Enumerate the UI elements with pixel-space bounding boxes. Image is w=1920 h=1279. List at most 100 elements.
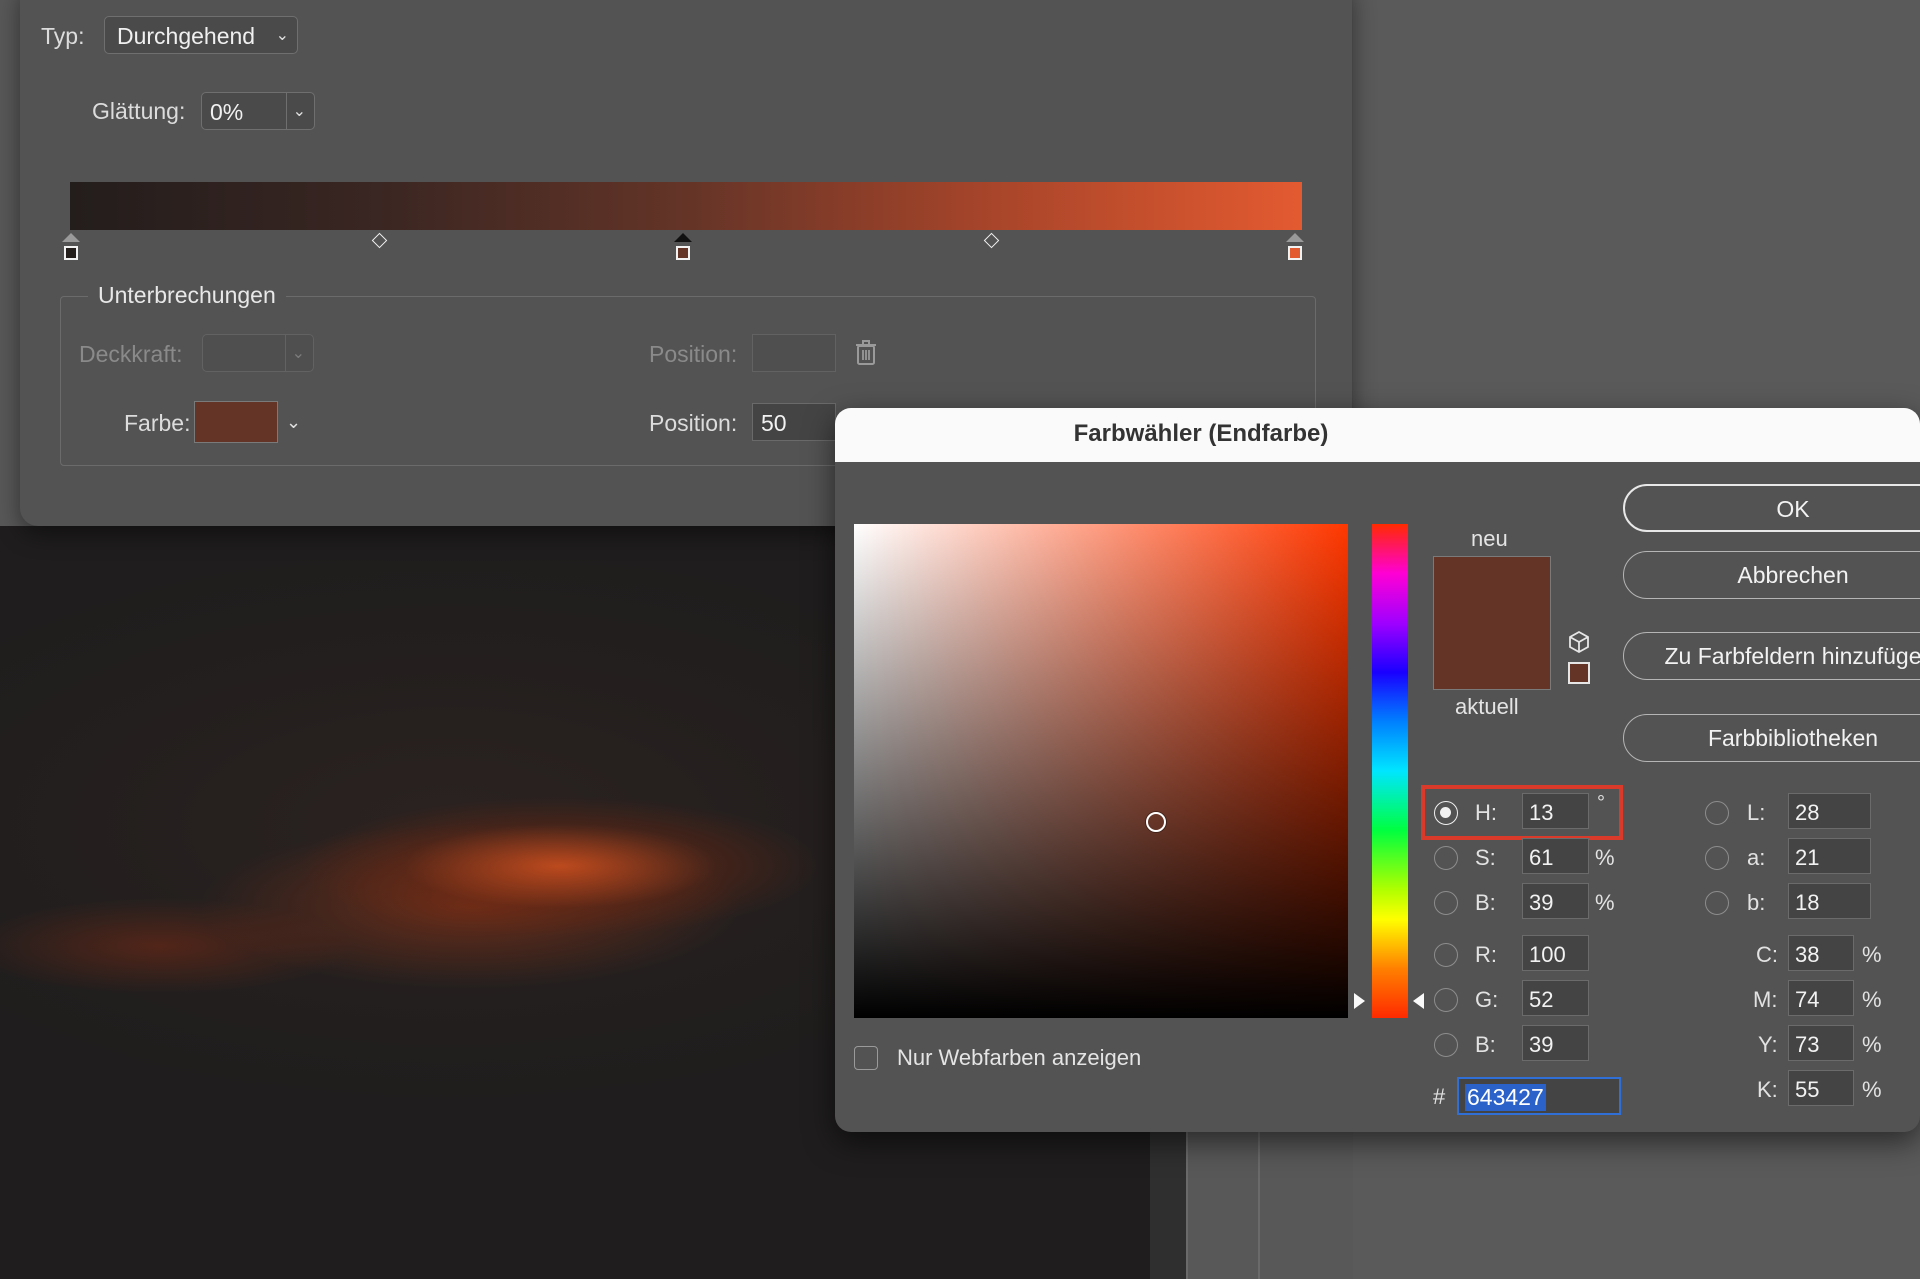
color-stop-cap <box>62 233 80 242</box>
color-stop-end[interactable] <box>1288 246 1302 260</box>
gradient-bar[interactable] <box>70 182 1302 230</box>
ok-button[interactable]: OK <box>1623 484 1920 532</box>
magenta-unit: % <box>1862 987 1882 1012</box>
new-current-preview <box>1433 556 1551 690</box>
red-label: R: <box>1475 942 1497 967</box>
color-stop-middle[interactable] <box>676 246 690 260</box>
cyan-label: C: <box>1756 942 1778 967</box>
color-picker-dialog: Farbwähler (Endfarbe) neu aktuell OK Abb… <box>835 408 1920 1132</box>
hue-input[interactable]: 13 <box>1522 793 1589 829</box>
hex-label: # <box>1433 1084 1446 1109</box>
panel-rail <box>1150 1132 1186 1279</box>
smoothing-value[interactable]: 0% <box>210 99 243 126</box>
lab-b-radio[interactable] <box>1705 891 1729 915</box>
chevron-down-icon: ⌄ <box>291 345 305 362</box>
chevron-down-icon[interactable]: ⌄ <box>293 101 306 121</box>
smoothing-dropdown[interactable]: 0% ⌄ <box>201 92 315 130</box>
lab-a-radio[interactable] <box>1705 846 1729 870</box>
cancel-button[interactable]: Abbrechen <box>1623 551 1920 599</box>
lab-a-input[interactable]: 21 <box>1788 838 1871 874</box>
gradient-type-value: Durchgehend <box>117 23 256 49</box>
chevron-down-icon: ⌄ <box>275 27 289 44</box>
opacity-position-input[interactable] <box>752 334 836 372</box>
cube-warning-icon[interactable] <box>1567 630 1591 654</box>
new-color-swatch <box>1434 557 1550 623</box>
saturation-value: 61 <box>1529 845 1554 870</box>
lab-l-radio[interactable] <box>1705 801 1729 825</box>
black-unit: % <box>1862 1077 1882 1102</box>
dialog-titlebar[interactable]: Farbwähler (Endfarbe) <box>835 408 1920 462</box>
lab-l-label: L: <box>1747 800 1766 825</box>
saturation-radio[interactable] <box>1434 846 1458 870</box>
current-color-label: aktuell <box>1455 694 1519 719</box>
opacity-label: Deckkraft: <box>79 341 183 367</box>
add-to-swatches-button[interactable]: Zu Farbfeldern hinzufüge <box>1623 632 1920 680</box>
lab-b-value: 18 <box>1795 890 1820 915</box>
chevron-down-icon[interactable]: ⌄ <box>286 412 301 433</box>
brightness-value: 39 <box>1529 890 1554 915</box>
red-value: 100 <box>1529 942 1566 967</box>
cyan-unit: % <box>1862 942 1882 967</box>
trash-icon[interactable] <box>855 340 877 366</box>
hex-value: 643427 <box>1465 1084 1546 1111</box>
black-value: 55 <box>1795 1077 1820 1102</box>
color-stop-cap <box>1286 233 1304 242</box>
black-input[interactable]: 55 <box>1788 1070 1854 1106</box>
brightness-unit: % <box>1595 890 1615 915</box>
hue-radio[interactable] <box>1434 801 1458 825</box>
magenta-input[interactable]: 74 <box>1788 980 1854 1016</box>
lab-b-input[interactable]: 18 <box>1788 883 1871 919</box>
saturation-input[interactable]: 61 <box>1522 838 1589 874</box>
new-color-label: neu <box>1471 526 1508 551</box>
saturation-unit: % <box>1595 845 1615 870</box>
hue-slider-arrow-left[interactable] <box>1354 993 1365 1009</box>
red-input[interactable]: 100 <box>1522 935 1589 971</box>
hex-input[interactable]: 643427 <box>1457 1077 1621 1115</box>
yellow-label: Y: <box>1758 1032 1778 1057</box>
lab-b-label: b: <box>1747 890 1766 915</box>
blue-label: B: <box>1475 1032 1496 1057</box>
green-radio[interactable] <box>1434 988 1458 1012</box>
lab-l-value: 28 <box>1795 800 1820 825</box>
magenta-label: M: <box>1753 987 1778 1012</box>
lab-a-value: 21 <box>1795 845 1820 870</box>
midpoint-diamond[interactable] <box>983 232 1000 249</box>
midpoint-diamond[interactable] <box>371 232 388 249</box>
black-label: K: <box>1757 1077 1778 1102</box>
magenta-value: 74 <box>1795 987 1820 1012</box>
opacity-position-label: Position: <box>649 341 738 367</box>
web-colors-checkbox[interactable] <box>854 1046 878 1070</box>
web-safe-color-swatch[interactable] <box>1568 662 1590 684</box>
color-position-value: 50 <box>761 410 787 436</box>
hue-value: 13 <box>1529 800 1554 825</box>
lab-l-input[interactable]: 28 <box>1788 793 1871 829</box>
hue-unit: ° <box>1597 792 1605 814</box>
hue-slider[interactable] <box>1372 524 1408 1018</box>
panel-divider <box>1186 1132 1188 1279</box>
color-field-cursor[interactable] <box>1146 812 1166 832</box>
color-position-input[interactable]: 50 <box>752 403 836 441</box>
current-color-swatch[interactable] <box>1434 623 1550 689</box>
saturation-brightness-field[interactable] <box>854 524 1348 1018</box>
hue-slider-arrow-right[interactable] <box>1413 993 1424 1009</box>
brightness-label: B: <box>1475 890 1496 915</box>
opacity-dropdown[interactable]: ⌄ <box>202 334 314 372</box>
blue-radio[interactable] <box>1434 1033 1458 1057</box>
red-radio[interactable] <box>1434 943 1458 967</box>
stops-group-title: Unterbrechungen <box>88 282 286 309</box>
blue-input[interactable]: 39 <box>1522 1025 1589 1061</box>
cyan-input[interactable]: 38 <box>1788 935 1854 971</box>
yellow-unit: % <box>1862 1032 1882 1057</box>
green-input[interactable]: 52 <box>1522 980 1589 1016</box>
brightness-input[interactable]: 39 <box>1522 883 1589 919</box>
cyan-value: 38 <box>1795 942 1820 967</box>
brightness-radio[interactable] <box>1434 891 1458 915</box>
stop-color-swatch[interactable] <box>194 401 278 443</box>
lab-a-label: a: <box>1747 845 1766 870</box>
gradient-type-dropdown[interactable]: Durchgehend ⌄ <box>104 16 298 54</box>
color-libraries-button[interactable]: Farbbibliotheken <box>1623 714 1920 762</box>
yellow-input[interactable]: 73 <box>1788 1025 1854 1061</box>
saturation-label: S: <box>1475 845 1496 870</box>
yellow-value: 73 <box>1795 1032 1820 1057</box>
color-stop-start[interactable] <box>64 246 78 260</box>
